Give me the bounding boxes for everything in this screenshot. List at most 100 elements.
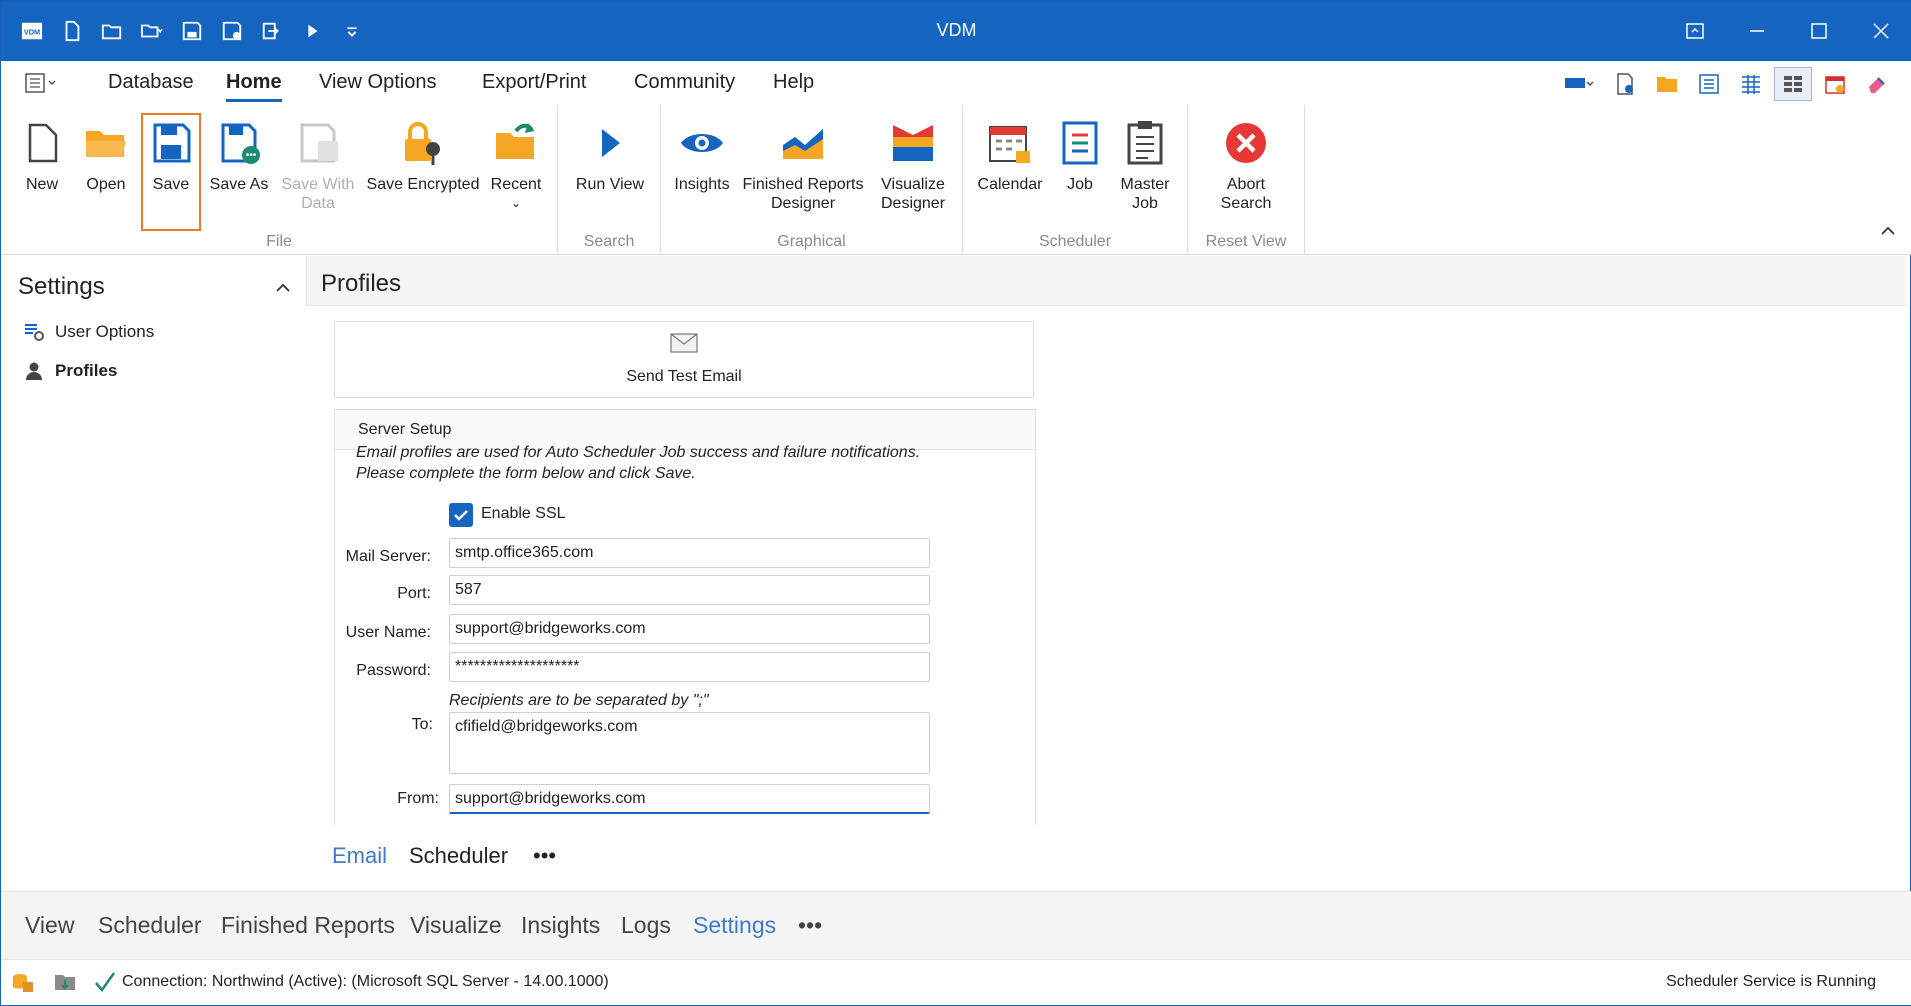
save-as-icon: •••: [221, 123, 260, 164]
theme-color-icon[interactable]: [1556, 67, 1602, 101]
save-encrypted-button[interactable]: Save Encrypted: [365, 113, 481, 231]
save-with-data-icon: [300, 123, 338, 163]
content-header: Profiles: [306, 256, 1906, 306]
info-note-line2: Please complete the form below and click…: [356, 465, 696, 482]
save-as-button[interactable]: ••• Save As: [207, 113, 271, 231]
checkmark-icon: [454, 510, 468, 521]
master-job-button[interactable]: Master Job: [1113, 113, 1177, 231]
send-test-email-button[interactable]: Send Test Email: [334, 321, 1034, 398]
tab-view-options[interactable]: View Options: [319, 71, 436, 94]
visualize-designer-button[interactable]: Visualize Designer: [873, 113, 953, 231]
run-view-button[interactable]: Run View: [574, 113, 646, 231]
window-controls: [1664, 1, 1911, 61]
port-label: Port:: [397, 585, 431, 602]
save-button[interactable]: Save: [141, 113, 201, 231]
to-field[interactable]: cfifield@bridgeworks.com: [449, 712, 930, 774]
save-with-data-button-label: Save With Data: [281, 176, 355, 212]
sidebar-item-label: User Options: [55, 322, 155, 341]
recent-button-label: Recent: [490, 176, 542, 193]
document-settings-icon[interactable]: [1606, 67, 1644, 101]
ribbon-group-reset-view: Abort Search Reset View: [1188, 105, 1305, 255]
tab-database[interactable]: Database: [108, 71, 194, 94]
connection-status: Connection: Northwind (Active): (Microso…: [122, 973, 609, 990]
chevron-up-icon[interactable]: [273, 278, 293, 298]
ribbon-group-search: Run View Search: [558, 105, 661, 255]
tab-community[interactable]: Community: [634, 71, 735, 94]
enable-ssl-label[interactable]: Enable SSL: [481, 505, 566, 523]
restore-panel-icon[interactable]: [1664, 1, 1726, 61]
eraser-icon[interactable]: [1858, 67, 1896, 101]
new-button[interactable]: New: [13, 113, 71, 231]
nav-finished-reports[interactable]: Finished Reports: [221, 912, 395, 939]
tab-scheduler[interactable]: Scheduler: [409, 843, 508, 869]
tile-view-icon[interactable]: [1774, 67, 1812, 101]
calendar-button[interactable]: Calendar: [975, 113, 1045, 231]
tab-home[interactable]: Home: [226, 71, 282, 102]
collapse-ribbon-icon[interactable]: [1878, 221, 1898, 241]
calendar-view-icon[interactable]: [1816, 67, 1854, 101]
mail-server-label: Mail Server:: [345, 548, 431, 565]
user-name-label: User Name:: [345, 624, 431, 641]
sidebar-item-profiles[interactable]: Profiles: [23, 360, 117, 382]
nav-visualize[interactable]: Visualize: [410, 912, 502, 939]
close-icon[interactable]: [1850, 1, 1911, 61]
tab-export-print[interactable]: Export/Print: [482, 71, 586, 94]
abort-search-button[interactable]: Abort Search: [1204, 113, 1288, 231]
ribbon-group-graphical: Insights Finished Reports Designer Visua…: [661, 105, 963, 255]
person-icon: [26, 362, 42, 380]
maximize-icon[interactable]: [1788, 1, 1850, 61]
from-field[interactable]: support@bridgeworks.com: [449, 784, 930, 814]
finished-reports-designer-button[interactable]: Finished Reports Designer: [741, 113, 865, 231]
folder-icon[interactable]: [1648, 67, 1686, 101]
recent-button[interactable]: Recent ⌄: [485, 113, 547, 231]
port-field[interactable]: 587: [449, 575, 930, 605]
list-view-icon[interactable]: [1690, 67, 1728, 101]
database-icon[interactable]: [11, 970, 35, 994]
open-button-label: Open: [86, 176, 126, 193]
nav-view[interactable]: View: [25, 912, 74, 939]
nav-insights[interactable]: Insights: [521, 912, 600, 939]
app-menu-icon[interactable]: [23, 71, 59, 95]
menu-bar: Database Home View Options Export/Print …: [1, 61, 1911, 105]
window-title: VDM: [936, 20, 977, 40]
sidebar-item-label: Profiles: [55, 361, 118, 380]
tab-help[interactable]: Help: [773, 71, 814, 94]
app-window: VDM VDM Database Home View Options Expor…: [0, 0, 1911, 1006]
download-folder-icon[interactable]: [53, 970, 77, 994]
sidebar-item-user-options[interactable]: User Options: [23, 321, 154, 343]
job-button[interactable]: Job: [1051, 113, 1109, 231]
area-chart-icon: [783, 129, 823, 159]
ribbon: New Open Save ••• Save As Save With Data…: [1, 105, 1911, 255]
save-encrypted-button-label: Save Encrypted: [366, 176, 480, 193]
ribbon-group-scheduler: Calendar Job Master Job Scheduler: [963, 105, 1188, 255]
open-button[interactable]: Open: [77, 113, 135, 231]
scheduler-group-caption: Scheduler: [1038, 233, 1112, 250]
nav-more-icon[interactable]: •••: [798, 912, 822, 939]
nav-scheduler[interactable]: Scheduler: [98, 912, 202, 939]
grid-view-icon[interactable]: [1732, 67, 1770, 101]
insights-button[interactable]: Insights: [671, 113, 733, 231]
file-group-caption: File: [266, 233, 292, 250]
mail-server-field[interactable]: smtp.office365.com: [449, 538, 930, 568]
password-field[interactable]: ********************: [449, 652, 930, 682]
enable-ssl-checkbox[interactable]: [449, 503, 473, 527]
tab-email[interactable]: Email: [332, 843, 387, 869]
job-document-icon: [1062, 121, 1098, 165]
reset-view-group-caption: Reset View: [1205, 233, 1287, 250]
user-name-field[interactable]: support@bridgeworks.com: [449, 614, 930, 644]
eye-icon: [681, 134, 723, 152]
server-setup-title: Server Setup: [358, 421, 452, 438]
settings-sidebar: Settings User Options Profiles: [1, 256, 306, 891]
abort-x-icon: [1226, 123, 1266, 163]
save-with-data-button[interactable]: Save With Data: [277, 113, 359, 231]
search-group-caption: Search: [583, 233, 635, 250]
ribbon-group-file: New Open Save ••• Save As Save With Data…: [1, 105, 558, 255]
nav-logs[interactable]: Logs: [621, 912, 671, 939]
envelope-icon: [670, 333, 698, 353]
minimize-icon[interactable]: [1726, 1, 1788, 61]
lock-key-icon: [405, 122, 440, 165]
open-folder-icon: [86, 131, 126, 157]
nav-settings[interactable]: Settings: [693, 912, 776, 939]
insights-button-label: Insights: [674, 176, 730, 193]
more-tabs-icon[interactable]: •••: [533, 843, 556, 869]
